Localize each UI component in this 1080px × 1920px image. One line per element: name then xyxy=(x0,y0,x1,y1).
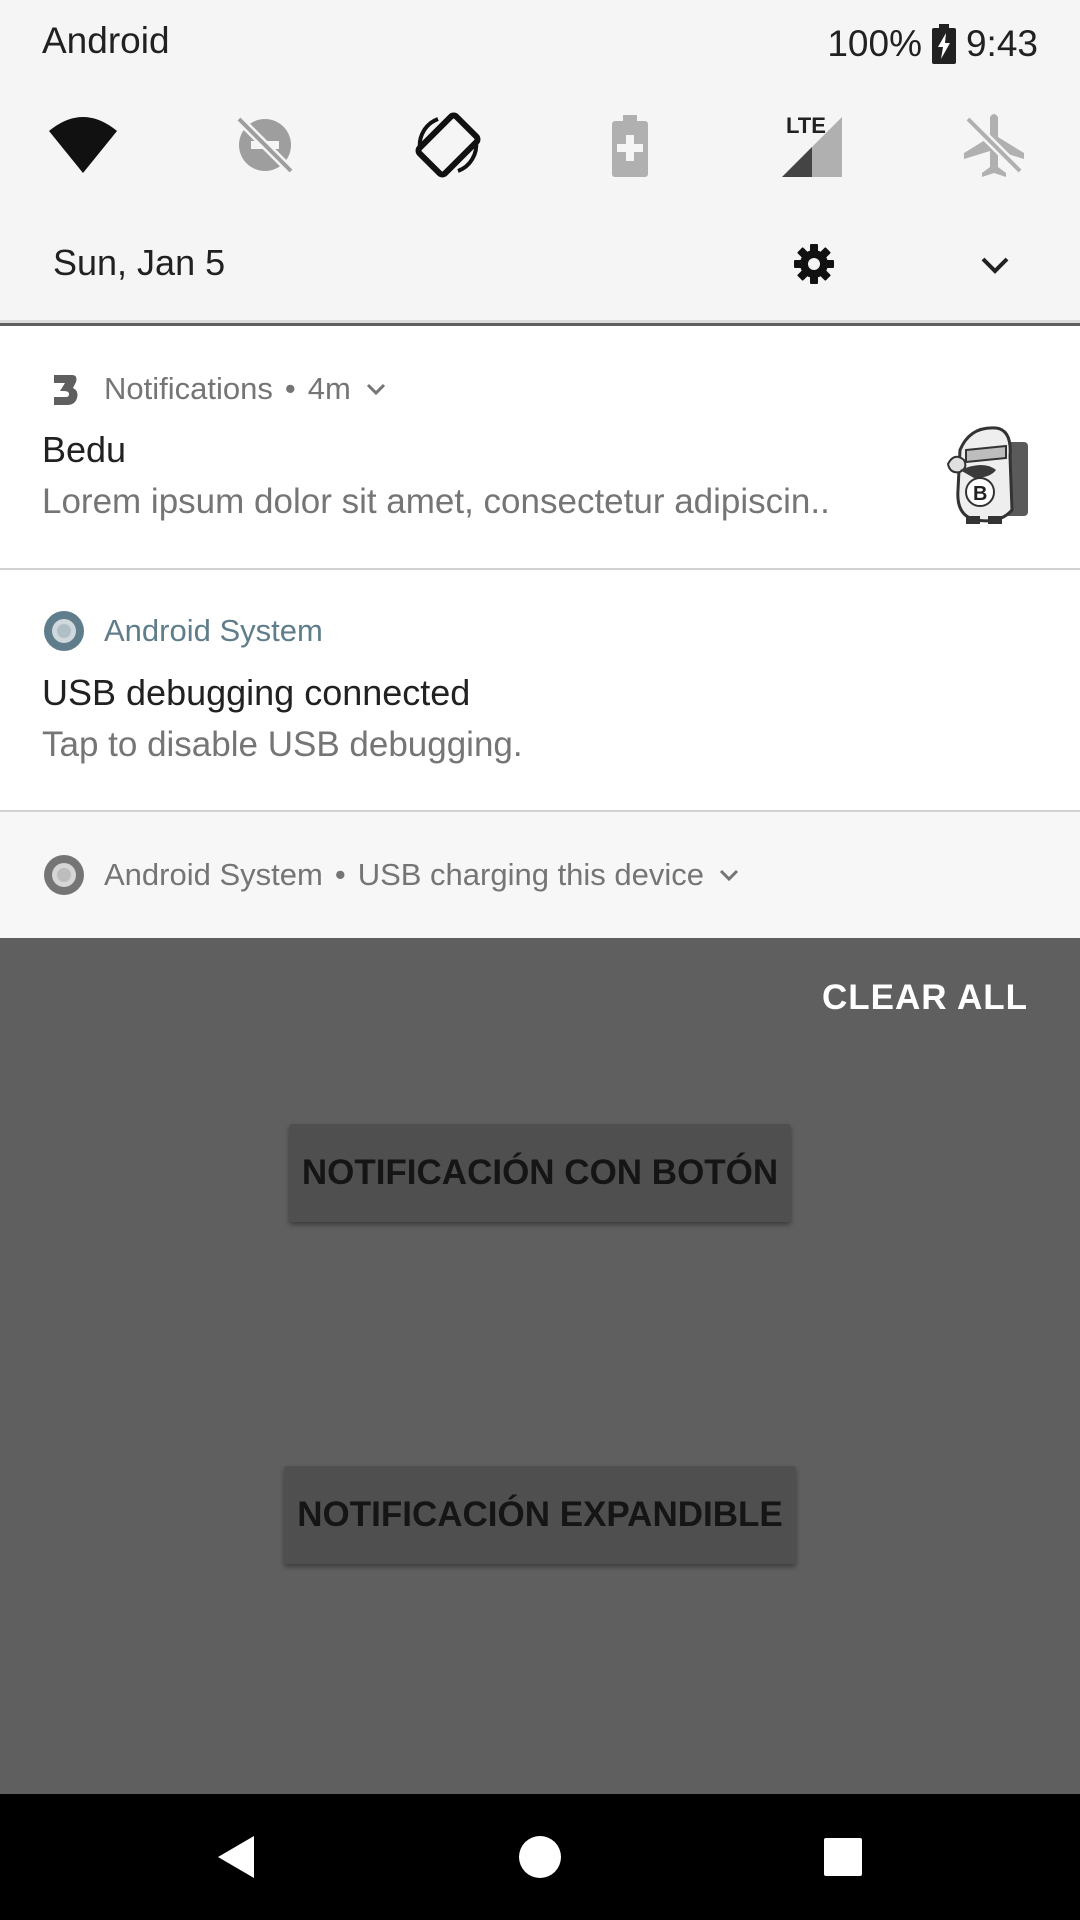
notification-time: 4m xyxy=(307,371,351,406)
back-icon[interactable] xyxy=(204,1824,270,1890)
android-system-icon xyxy=(44,855,84,895)
notification-title: USB debugging connected xyxy=(42,672,471,713)
status-indicators: 100% 9:43 xyxy=(827,20,1038,68)
settings-gear-icon[interactable] xyxy=(790,240,838,288)
notification-header-android-system: Android System xyxy=(42,606,323,656)
date-label[interactable]: Sun, Jan 5 xyxy=(53,242,225,284)
notification-header-bedu: Notifications • 4m xyxy=(42,364,387,414)
lte-signal-icon: LTE xyxy=(782,113,842,177)
chevron-down-icon[interactable] xyxy=(718,864,740,886)
clock: 9:43 xyxy=(965,23,1038,64)
bedu-mascot-thumbnail: B xyxy=(946,426,1028,524)
notification-header-usb-charging: Android System • USB charging this devic… xyxy=(42,850,740,900)
notification-summary: USB charging this device xyxy=(357,857,705,892)
quick-settings-panel: Android 100% 9:43 LTE Sun, Jan 5 xyxy=(0,0,1080,323)
battery-charging-icon xyxy=(931,24,956,64)
notification-text: Lorem ipsum dolor sit amet, consectetur … xyxy=(42,482,830,521)
carrier-label: Android xyxy=(42,20,170,61)
chevron-down-icon[interactable] xyxy=(365,378,387,400)
lte-label: LTE xyxy=(786,113,826,138)
tile-battery-saver[interactable] xyxy=(580,100,680,190)
expand-chevron-icon[interactable] xyxy=(978,248,1012,282)
notification-app-name: Android System xyxy=(104,613,323,648)
bedu-app-icon xyxy=(54,375,78,405)
header-separator: • xyxy=(284,371,296,406)
tile-mobile-data[interactable]: LTE xyxy=(762,100,862,190)
tile-wifi[interactable] xyxy=(33,100,133,190)
auto-rotate-icon xyxy=(415,112,481,178)
notification-text: Tap to disable USB debugging. xyxy=(42,725,523,764)
clear-all-button[interactable]: CLEAR ALL xyxy=(822,978,1028,1018)
quick-settings-tiles: LTE xyxy=(0,100,1080,190)
airplane-mode-icon xyxy=(964,114,1024,177)
status-bar: Android 100% 9:43 xyxy=(0,0,1080,88)
navigation-bar xyxy=(0,1794,1080,1920)
do-not-disturb-off-icon xyxy=(235,115,295,175)
battery-saver-icon xyxy=(612,115,648,177)
expandable-notification-button[interactable]: NOTIFICACIÓN EXPANDIBLE xyxy=(284,1466,796,1564)
notification-title: Bedu xyxy=(42,429,127,470)
tile-do-not-disturb[interactable] xyxy=(215,100,315,190)
tile-airplane-mode[interactable] xyxy=(944,100,1044,190)
svg-text:B: B xyxy=(973,483,987,505)
wifi-icon xyxy=(49,117,117,173)
android-system-icon xyxy=(44,611,84,651)
battery-percent: 100% xyxy=(827,23,922,64)
notification-app-name: Android System xyxy=(104,857,323,892)
header-separator: • xyxy=(334,857,346,892)
notification-app-name: Notifications xyxy=(104,371,273,406)
recents-icon[interactable] xyxy=(810,1824,876,1890)
notification-bedu[interactable] xyxy=(0,326,1080,570)
notification-with-button-button[interactable]: NOTIFICACIÓN CON BOTÓN xyxy=(289,1124,791,1222)
tile-auto-rotate[interactable] xyxy=(398,100,498,190)
home-icon[interactable] xyxy=(507,1824,573,1890)
